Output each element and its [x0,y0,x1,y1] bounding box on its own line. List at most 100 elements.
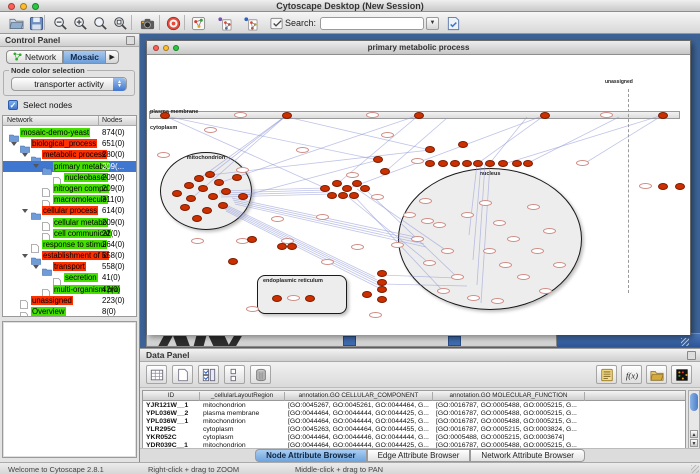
node-small[interactable] [346,172,359,178]
expander-icon[interactable] [33,164,39,168]
node[interactable] [277,243,287,250]
import-attributes-button[interactable] [646,365,667,384]
node-small[interactable] [316,214,329,220]
node-small[interactable] [531,248,544,254]
edge[interactable] [490,117,527,163]
node-small[interactable] [236,167,249,173]
edge[interactable] [226,211,381,289]
tree-row[interactable]: biological_process651(0) [3,138,136,149]
table-row[interactable]: YLR295Ccytoplasm[GO:0045263, GO:0044464,… [143,426,685,434]
float-panel-icon[interactable] [126,36,135,45]
edge[interactable] [233,200,422,241]
annotation-button[interactable] [266,14,286,32]
layout-edges-button[interactable] [240,14,260,32]
tabs-overflow-button[interactable]: ▶ [106,50,119,64]
edge[interactable] [477,115,545,164]
column-header-0[interactable]: ID [143,392,200,401]
node[interactable] [540,112,550,119]
node[interactable] [462,160,472,167]
tree-row[interactable]: primary metabo209(... [3,161,136,172]
edge[interactable] [365,189,457,277]
table-row[interactable]: YKR052Ccytoplasm[GO:0044464, GO:0044446,… [143,434,685,442]
search-options-button[interactable] [443,14,463,32]
node-small[interactable] [576,160,589,166]
edge[interactable] [582,115,663,165]
zoom-fit-button[interactable] [90,14,110,32]
table-row[interactable]: YJR121W__1mitochondrion[GO:0045267, GO:0… [143,402,685,410]
table-cell[interactable]: YPL036W__2 [143,410,200,418]
node[interactable] [186,195,196,202]
node-small[interactable] [499,262,512,268]
node[interactable] [327,192,337,199]
node-small[interactable] [246,306,259,312]
table-cell[interactable]: mitochondrion [200,418,285,426]
edge[interactable] [382,275,457,278]
node-small[interactable] [553,262,566,268]
node[interactable] [658,112,668,119]
save-button[interactable] [26,14,46,32]
node-small[interactable] [441,248,454,254]
edge[interactable] [347,115,545,189]
node[interactable] [205,171,215,178]
unselect-attributes-button[interactable] [224,365,245,384]
node-small[interactable] [351,244,364,250]
node[interactable] [172,190,182,197]
node[interactable] [377,279,387,286]
window-resize-grip[interactable] [691,465,699,473]
matrix-button[interactable] [671,365,692,384]
tab-node-attribute-browser[interactable]: Node Attribute Browser [255,449,367,462]
column-header-2[interactable]: annotation.GO CELLULAR_COMPONENT [285,392,433,401]
node-small[interactable] [543,228,556,234]
search-input[interactable] [320,17,424,30]
table-cell[interactable]: [GO:0016787, GO:0005488, GO:0005215, G..… [433,410,585,418]
node[interactable] [180,204,190,211]
background-window-fragment[interactable] [146,333,557,347]
tab-network[interactable]: Network [6,50,63,64]
node-small[interactable] [517,274,530,280]
node-small[interactable] [437,288,450,294]
node[interactable] [377,286,387,293]
scrollbar-thumb[interactable] [690,393,698,411]
table-row[interactable]: YPL036W__1mitochondrion[GO:0044464, GO:0… [143,418,685,426]
node[interactable] [425,146,435,153]
node-small[interactable] [234,112,247,118]
table-cell[interactable]: [GO:0005488, GO:0005215, GO:0003674] [433,434,585,442]
node-small[interactable] [507,236,520,242]
table-cell[interactable]: [GO:0044464, GO:0044444, GO:0044425, G..… [285,410,433,418]
node-small[interactable] [527,204,540,210]
column-header-3[interactable]: annotation.GO MOLECULAR_FUNCTION [433,392,585,401]
node[interactable] [208,193,218,200]
node[interactable] [332,180,342,187]
node[interactable] [485,160,495,167]
node[interactable] [362,291,372,298]
node-small[interactable] [433,222,446,228]
node[interactable] [360,185,370,192]
table-cell[interactable]: [GO:0016787, GO:0005488, GO:0005215, G..… [433,402,585,410]
node[interactable] [198,185,208,192]
table-cell[interactable]: [GO:0044464, GO:0044444, GO:0044425, G..… [285,418,433,426]
node[interactable] [228,258,238,265]
node-small[interactable] [204,127,217,133]
table-button[interactable] [146,365,167,384]
tree-row[interactable]: metabolic process280(0) [3,149,136,160]
function-builder-button[interactable]: f(x) [621,365,642,384]
node[interactable] [160,112,170,119]
node-small[interactable] [391,242,404,248]
node-small[interactable] [491,298,504,304]
node-small[interactable] [467,295,480,301]
node[interactable] [377,270,387,277]
network-canvas[interactable]: plasma membranecytoplasmmitochondrionnuc… [147,55,690,335]
background-window-fragment[interactable] [557,333,700,347]
zoom-in-button[interactable] [70,14,90,32]
edge[interactable] [382,284,467,286]
tree-row[interactable]: cellular metabo209(0) [3,217,136,228]
node[interactable] [414,112,424,119]
node[interactable] [450,160,460,167]
table-cell[interactable]: [GO:0044464, GO:0044446, GO:0044444, G..… [285,434,433,442]
table-cell[interactable]: plasma membrane [200,410,285,418]
zoom-out-button[interactable] [50,14,70,32]
node[interactable] [238,193,248,200]
tree-col-nodes[interactable]: Nodes [102,117,122,124]
node[interactable] [373,156,383,163]
edge[interactable] [481,164,490,303]
